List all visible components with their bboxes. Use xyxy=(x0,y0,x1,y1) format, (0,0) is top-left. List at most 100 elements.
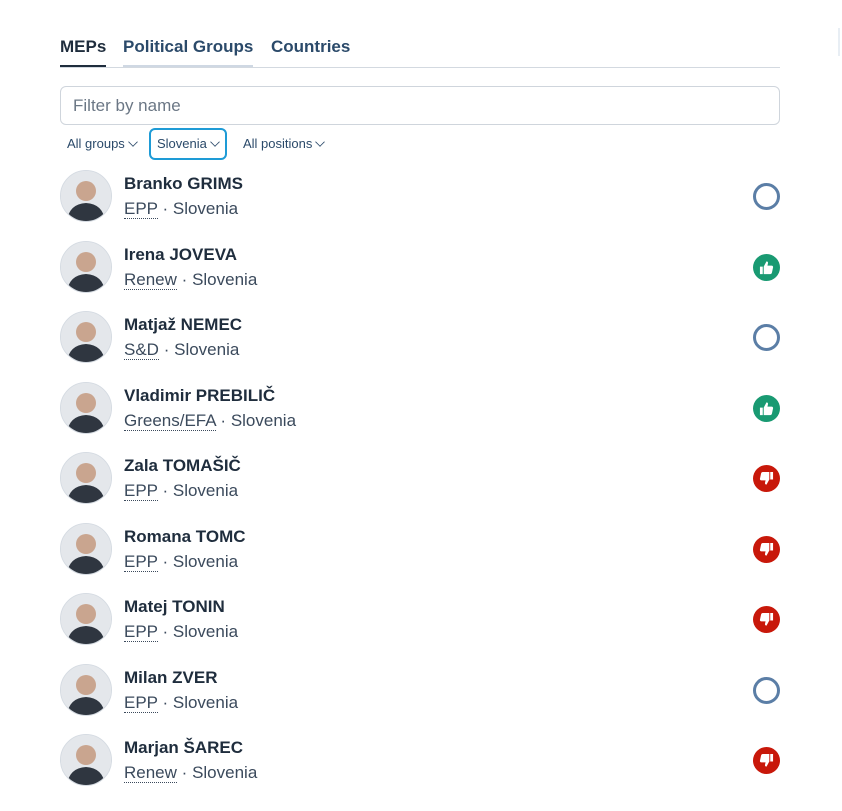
meta-separator: · xyxy=(162,622,169,641)
thumbs-down-icon xyxy=(753,465,780,492)
meta-separator: · xyxy=(163,340,170,359)
mep-country: Slovenia xyxy=(192,269,258,289)
scrollbar-edge xyxy=(838,28,840,56)
group-filter-label: All groups xyxy=(67,136,125,151)
mep-group-abbr[interactable]: EPP xyxy=(124,551,158,572)
mep-row: Matej TONIN EPP · Slovenia xyxy=(60,591,780,647)
mep-avatar xyxy=(60,522,112,575)
mep-name[interactable]: Irena JOVEVA xyxy=(124,245,237,265)
mep-country: Slovenia xyxy=(172,481,239,500)
mep-row: Zala TOMAŠIČ EPP · Slovenia xyxy=(60,450,780,506)
meta-separator: · xyxy=(181,763,188,782)
thumbs-up-icon xyxy=(753,253,780,281)
mep-group-abbr[interactable]: EPP xyxy=(124,199,158,219)
mep-name[interactable]: Matej TONIN xyxy=(124,597,225,617)
mep-name[interactable]: Vladimir PREBILIČ xyxy=(124,386,275,406)
mep-group-abbr[interactable]: EPP xyxy=(124,481,158,501)
person-photo-icon xyxy=(61,382,111,433)
filter-bar: All groups Slovenia All positions xyxy=(60,128,780,160)
mep-name[interactable]: Marjan ŠAREC xyxy=(124,738,243,758)
mep-meta: S&D · Slovenia xyxy=(124,340,239,360)
tab-countries[interactable]: Countries xyxy=(271,36,350,66)
empty-circle-icon xyxy=(753,324,780,351)
mep-row: Marjan ŠAREC Renew · Slovenia xyxy=(60,732,780,788)
country-filter-dropdown[interactable]: Slovenia xyxy=(149,128,227,160)
meta-separator: · xyxy=(220,410,227,430)
mep-group-abbr[interactable]: EPP xyxy=(124,622,158,642)
mep-row: Branko GRIMS EPP · Slovenia xyxy=(60,168,780,224)
mep-meta: Greens/EFA · Slovenia xyxy=(124,410,297,431)
person-photo-icon xyxy=(61,523,111,574)
country-filter-label: Slovenia xyxy=(157,136,207,151)
thumbs-up-glyph xyxy=(759,260,774,274)
mep-name[interactable]: Branko GRIMS xyxy=(124,174,243,194)
mep-avatar xyxy=(60,663,112,716)
meta-separator: · xyxy=(162,551,169,571)
chevron-down-icon xyxy=(128,137,138,147)
mep-avatar xyxy=(60,170,112,222)
mep-group-abbr[interactable]: Greens/EFA xyxy=(124,410,216,431)
chevron-down-icon xyxy=(315,137,326,147)
mep-country: Slovenia xyxy=(172,622,239,641)
mep-row: Irena JOVEVA Renew · Slovenia xyxy=(60,239,780,295)
tab-political-groups[interactable]: Political Groups xyxy=(123,36,254,67)
thumbs-up-glyph xyxy=(759,401,774,415)
empty-circle-icon xyxy=(753,183,780,210)
mep-row: Vladimir PREBILIČ Greens/EFA · Slovenia xyxy=(60,380,780,436)
mep-name[interactable]: Romana TOMC xyxy=(124,527,246,547)
meta-separator: · xyxy=(162,199,169,218)
mep-row: Milan ZVER EPP · Slovenia xyxy=(60,662,780,718)
mep-country: Slovenia xyxy=(172,199,239,218)
mep-name[interactable]: Zala TOMAŠIČ xyxy=(124,456,241,476)
thumbs-down-icon xyxy=(753,535,780,563)
mep-avatar xyxy=(60,240,112,293)
thumbs-down-glyph xyxy=(759,471,774,485)
thumbs-down-icon xyxy=(753,747,780,774)
tab-bar: MEPs Political Groups Countries xyxy=(60,36,780,68)
meta-separator: · xyxy=(162,481,169,500)
person-photo-icon xyxy=(61,594,111,644)
person-photo-icon xyxy=(61,241,111,292)
thumbs-down-icon xyxy=(753,606,780,633)
mep-avatar xyxy=(60,381,112,434)
mep-name[interactable]: Matjaž NEMEC xyxy=(124,315,242,335)
person-photo-icon xyxy=(61,453,111,503)
mep-avatar xyxy=(60,593,112,645)
position-filter-dropdown[interactable]: All positions xyxy=(236,128,331,158)
meta-separator: · xyxy=(162,692,169,712)
mep-group-abbr[interactable]: Renew xyxy=(124,269,177,290)
position-filter-label: All positions xyxy=(243,136,313,151)
person-photo-icon xyxy=(61,171,111,221)
thumbs-down-glyph xyxy=(759,612,774,626)
mep-name[interactable]: Milan ZVER xyxy=(124,668,218,688)
mep-meta: EPP · Slovenia xyxy=(124,551,239,572)
group-filter-dropdown[interactable]: All groups xyxy=(60,128,144,158)
mep-meta: EPP · Slovenia xyxy=(124,199,238,219)
search-box xyxy=(60,86,780,125)
mep-avatar xyxy=(60,734,112,786)
tab-meps[interactable]: MEPs xyxy=(60,36,107,67)
mep-avatar xyxy=(60,452,112,504)
mep-meta: Renew · Slovenia xyxy=(124,763,257,783)
mep-country: Slovenia xyxy=(230,410,297,430)
mep-group-abbr[interactable]: Renew xyxy=(124,763,177,783)
mep-country: Slovenia xyxy=(172,692,239,712)
empty-circle-icon xyxy=(753,676,780,704)
thumbs-down-glyph xyxy=(759,542,774,556)
mep-avatar xyxy=(60,311,112,363)
meta-separator: · xyxy=(181,269,188,289)
mep-row: Romana TOMC EPP · Slovenia xyxy=(60,521,780,577)
person-photo-icon xyxy=(61,312,111,362)
mep-country: Slovenia xyxy=(192,763,258,782)
person-photo-icon xyxy=(61,735,111,785)
person-photo-icon xyxy=(61,664,111,715)
thumbs-up-icon xyxy=(753,394,780,422)
mep-meta: EPP · Slovenia xyxy=(124,692,239,713)
mep-country: Slovenia xyxy=(174,340,240,359)
name-filter-input[interactable] xyxy=(73,95,763,117)
thumbs-down-glyph xyxy=(759,753,774,767)
mep-group-abbr[interactable]: EPP xyxy=(124,692,158,713)
mep-country: Slovenia xyxy=(172,551,239,571)
mep-meta: EPP · Slovenia xyxy=(124,481,238,501)
mep-group-abbr[interactable]: S&D xyxy=(124,340,159,360)
